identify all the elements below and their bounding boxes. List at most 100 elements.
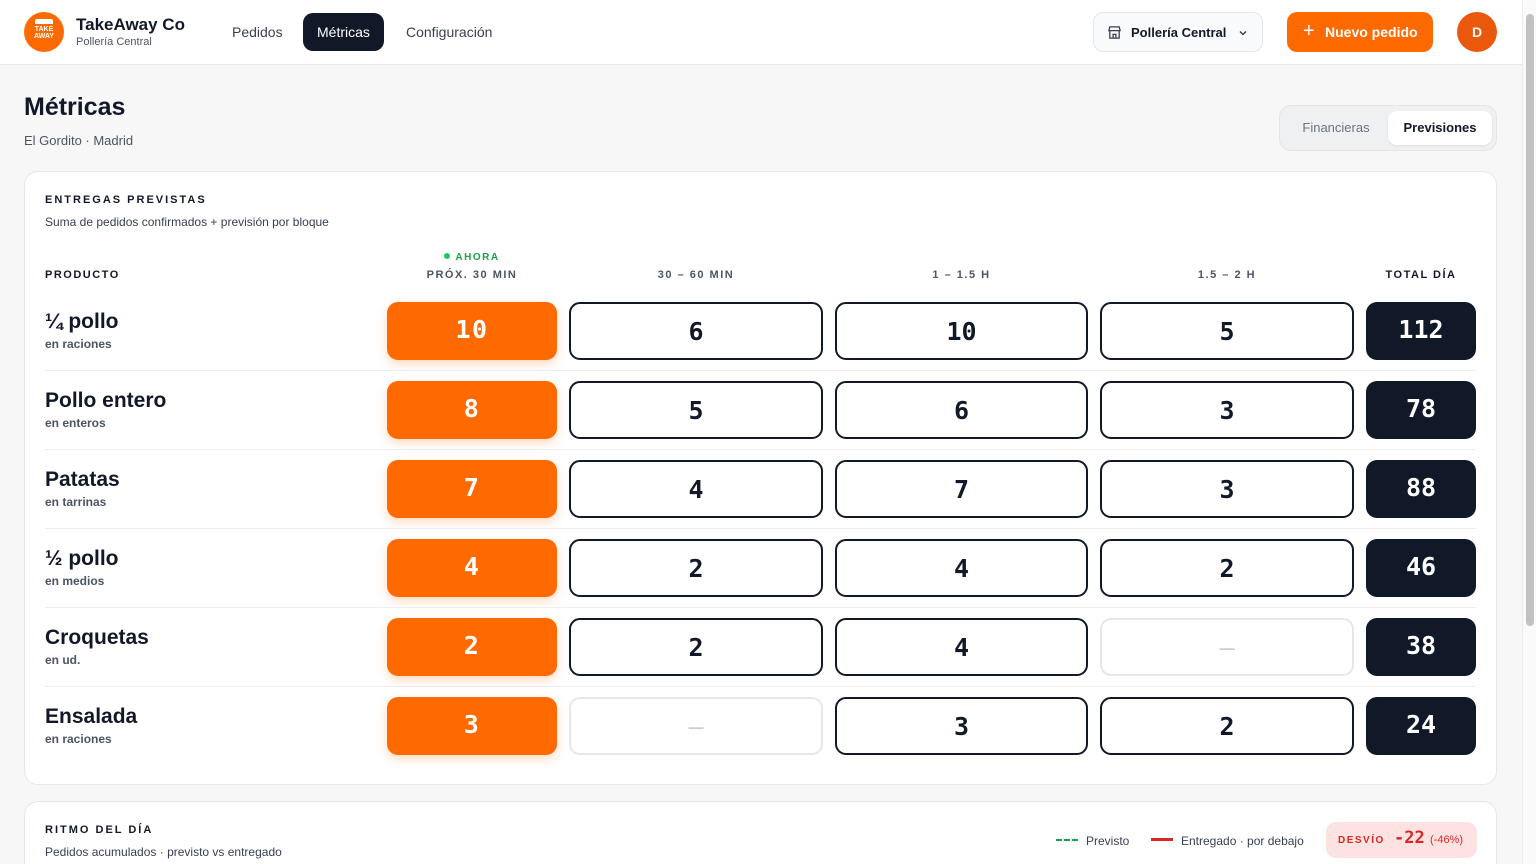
cell-total: 24 (1366, 697, 1476, 755)
logo-lid (35, 19, 53, 24)
cell-1.5-2h[interactable]: 3 (1100, 460, 1354, 518)
col-header-block4: 1.5 – 2 H (1197, 269, 1257, 281)
store-selector[interactable]: Pollería Central (1093, 12, 1263, 52)
cell-next-30[interactable]: 2 (387, 618, 557, 676)
cell-30-60[interactable]: 5 (569, 381, 823, 439)
page-title: Métricas (24, 93, 126, 121)
deviation-label: DESVÍO (1338, 835, 1385, 846)
cell-30-60[interactable]: 6 (569, 302, 823, 360)
cell-30-60[interactable]: 2 (569, 539, 823, 597)
brand-logo[interactable]: TAKE AWAY (24, 12, 64, 52)
brand-subtitle: Pollería Central (76, 36, 152, 48)
top-bar: TAKE AWAY TakeAway Co Pollería Central P… (0, 0, 1522, 65)
now-dot-icon (444, 253, 451, 259)
product-unit: en enteros (45, 416, 106, 430)
forecast-card: ENTREGAS PREVISTAS Suma de pedidos confi… (24, 171, 1497, 785)
cell-next-30[interactable]: 10 (387, 302, 557, 360)
product-name: Ensalada (45, 705, 138, 728)
deviation-badge: DESVÍO -22 (-46%) (1326, 822, 1477, 858)
rhythm-card: RITMO DEL DÍA Pedidos acumulados · previ… (24, 801, 1497, 864)
toggle-previsiones[interactable]: Previsiones (1388, 111, 1492, 145)
row-divider (45, 449, 1476, 450)
legend-forecast: Previsto (1056, 834, 1129, 848)
cell-1-1.5h[interactable]: 6 (835, 381, 1088, 439)
logo-text: TAKE AWAY (34, 26, 54, 40)
cell-1.5-2h[interactable]: 3 (1100, 381, 1354, 439)
cell-next-30[interactable]: 3 (387, 697, 557, 755)
nav-metricas[interactable]: Métricas (303, 13, 384, 51)
cell-30-60[interactable]: – (569, 697, 823, 755)
cell-1.5-2h[interactable]: – (1100, 618, 1354, 676)
table-row: Croquetas en ud. 2 2 4 – 38 (45, 616, 1476, 695)
solid-line-icon (1151, 838, 1173, 841)
store-icon (1108, 26, 1121, 39)
col-header-block2: 30 – 60 MIN (657, 269, 735, 281)
product-unit: en medios (45, 574, 105, 588)
col-header-block3: 1 – 1.5 H (932, 269, 991, 281)
product-unit: en raciones (45, 732, 112, 746)
product-unit: en tarrinas (45, 495, 107, 509)
table-row: Pollo entero en enteros 8 5 6 3 78 (45, 379, 1476, 458)
user-avatar[interactable]: D (1457, 12, 1497, 52)
toggle-financieras[interactable]: Financieras (1288, 111, 1384, 145)
table-row: ½ pollo en medios 4 2 4 2 46 (45, 537, 1476, 616)
cell-1-1.5h[interactable]: 4 (835, 618, 1088, 676)
row-divider (45, 686, 1476, 687)
dashed-line-icon (1056, 839, 1078, 841)
cell-1.5-2h[interactable]: 2 (1100, 539, 1354, 597)
forecast-title: ENTREGAS PREVISTAS (45, 194, 207, 206)
plus-icon: + (1303, 20, 1315, 42)
cell-1-1.5h[interactable]: 10 (835, 302, 1088, 360)
cell-total: 112 (1366, 302, 1476, 360)
scrollbar-thumb[interactable] (1526, 14, 1534, 626)
page-subtitle: El Gordito · Madrid (24, 133, 134, 148)
product-name: ¼ pollo (45, 310, 119, 333)
cell-30-60[interactable]: 4 (569, 460, 823, 518)
product-name: ½ pollo (45, 547, 119, 570)
product-name: Patatas (45, 468, 120, 491)
cell-next-30[interactable]: 7 (387, 460, 557, 518)
cell-1-1.5h[interactable]: 4 (835, 539, 1088, 597)
now-label: AHORA (455, 252, 500, 263)
table-row: Patatas en tarrinas 7 4 7 3 88 (45, 458, 1476, 537)
cell-next-30[interactable]: 4 (387, 539, 557, 597)
nav-pedidos[interactable]: Pedidos (218, 13, 297, 51)
row-divider (45, 607, 1476, 608)
nav-configuracion[interactable]: Configuración (392, 13, 506, 51)
now-indicator: AHORA (387, 252, 557, 263)
cell-total: 78 (1366, 381, 1476, 439)
product-name: Pollo entero (45, 389, 167, 412)
deviation-percent: (-46%) (1430, 834, 1464, 846)
rhythm-subtitle: Pedidos acumulados · previsto vs entrega… (45, 845, 282, 859)
col-header-block1: PRÓX. 30 MIN (426, 269, 518, 281)
legend-forecast-label: Previsto (1086, 834, 1130, 848)
new-order-label: Nuevo pedido (1325, 24, 1418, 40)
cell-1-1.5h[interactable]: 3 (835, 697, 1088, 755)
deviation-value: -22 (1394, 828, 1425, 848)
cell-30-60[interactable]: 2 (569, 618, 823, 676)
cell-1.5-2h[interactable]: 2 (1100, 697, 1354, 755)
cell-1.5-2h[interactable]: 5 (1100, 302, 1354, 360)
rhythm-title: RITMO DEL DÍA (45, 824, 154, 836)
legend-delivered: Entregado · por debajo (1151, 834, 1304, 848)
col-header-total: TOTAL DÍA (1385, 269, 1457, 281)
new-order-button[interactable]: + Nuevo pedido (1287, 12, 1433, 52)
legend-delivered-label: Entregado · por debajo (1181, 834, 1304, 848)
cell-next-30[interactable]: 8 (387, 381, 557, 439)
product-unit: en ud. (45, 653, 81, 667)
table-row: Ensalada en raciones 3 – 3 2 24 (45, 695, 1476, 774)
product-unit: en raciones (45, 337, 112, 351)
chevron-down-icon (1239, 30, 1247, 36)
store-label: Pollería Central (1131, 25, 1227, 40)
brand-name: TakeAway Co (76, 15, 185, 34)
cell-total: 88 (1366, 460, 1476, 518)
table-row: ¼ pollo en raciones 10 6 10 5 112 (45, 300, 1476, 379)
col-header-product: PRODUCTO (45, 269, 120, 281)
cell-total: 38 (1366, 618, 1476, 676)
row-divider (45, 528, 1476, 529)
page-scrollbar[interactable] (1522, 0, 1536, 864)
cell-1-1.5h[interactable]: 7 (835, 460, 1088, 518)
forecast-subtitle: Suma de pedidos confirmados + previsión … (45, 215, 329, 229)
product-name: Croquetas (45, 626, 149, 649)
row-divider (45, 370, 1476, 371)
